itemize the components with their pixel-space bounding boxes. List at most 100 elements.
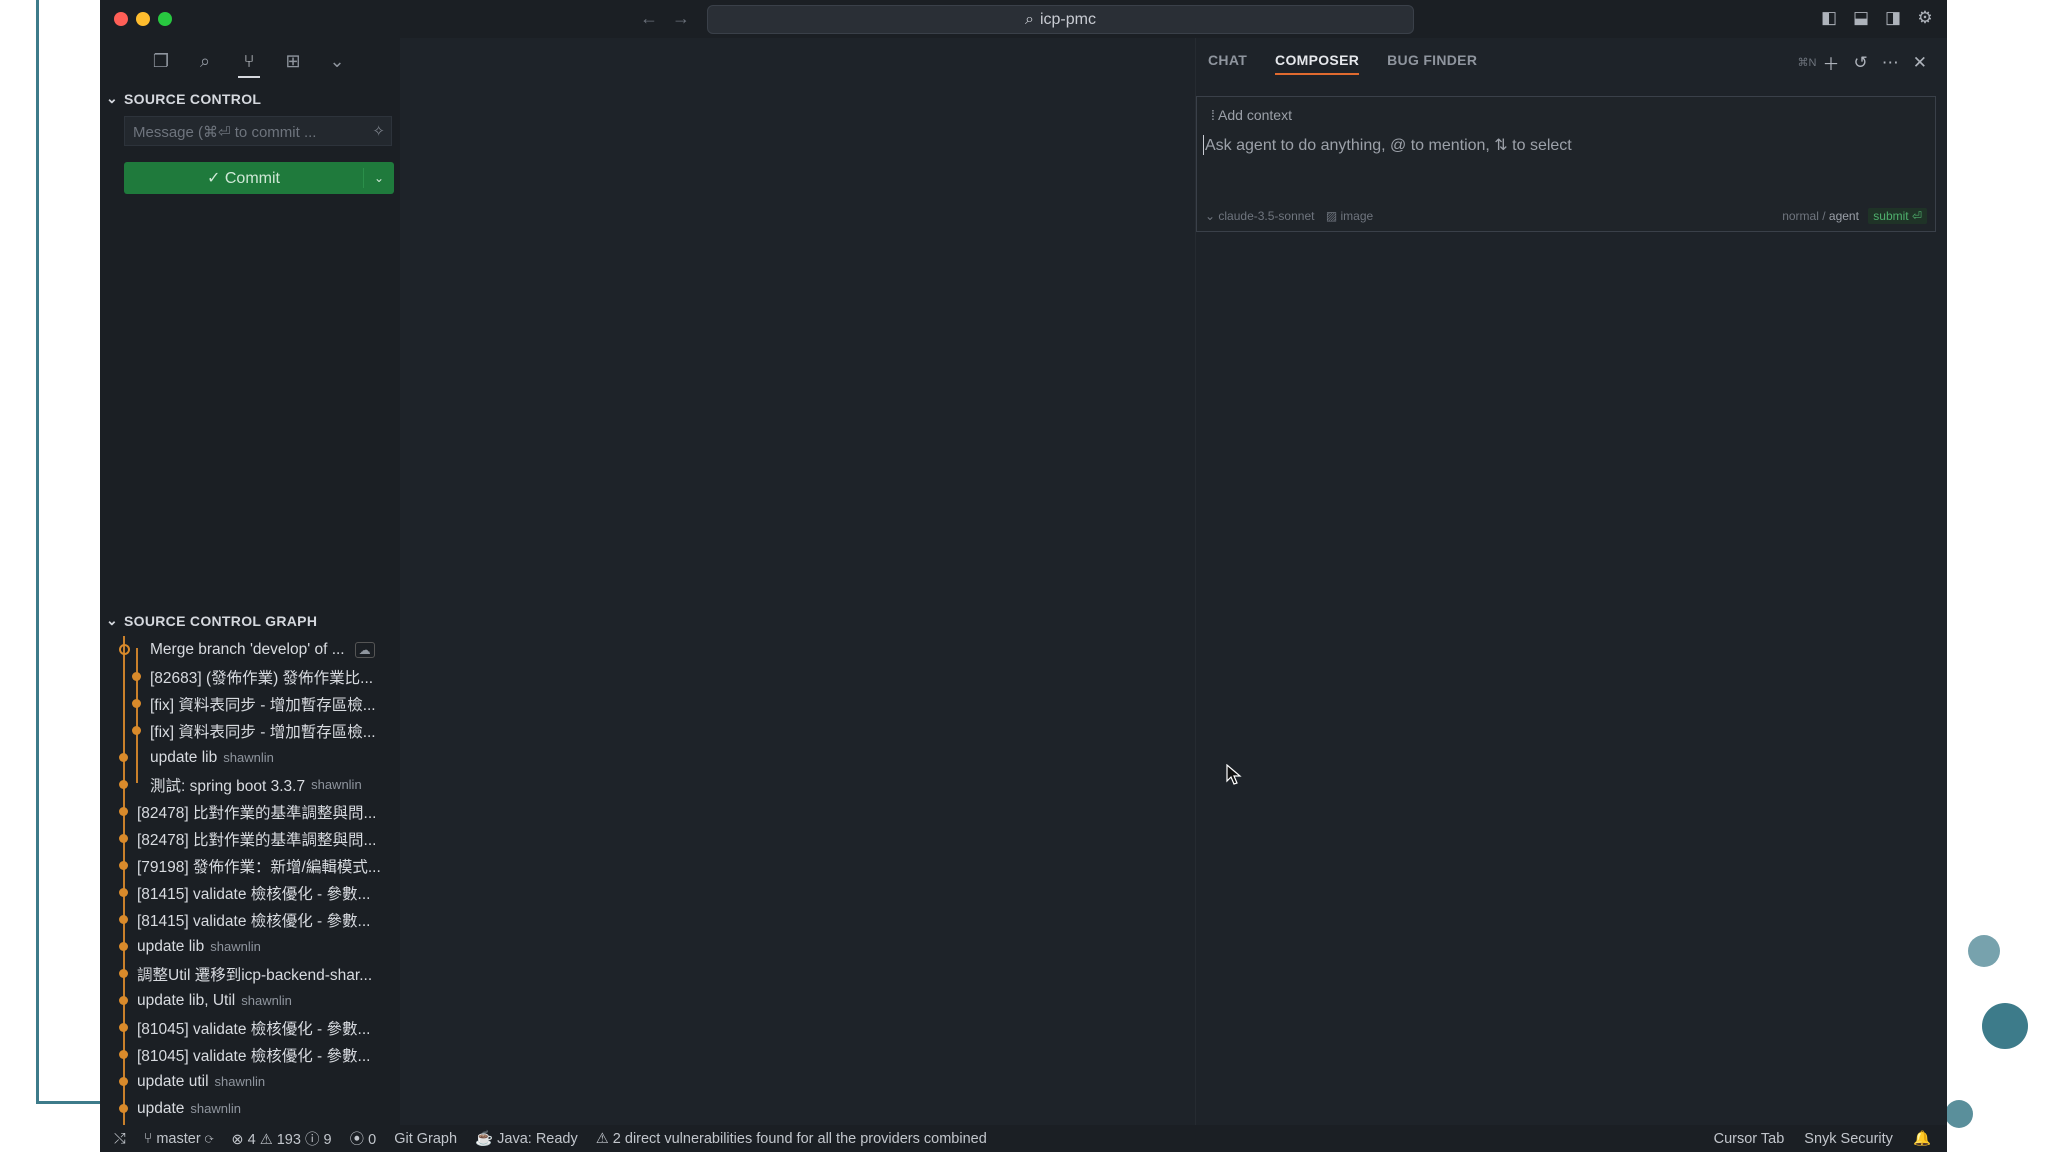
graph-row[interactable]: update lib, Util shawnlin	[100, 987, 400, 1014]
graph-row[interactable]: [fix] 資料表同步 - 增加暫存區檢...	[100, 690, 400, 717]
toggle-secondary-sidebar-icon[interactable]: ◨	[1883, 8, 1903, 28]
remote-icon[interactable]: ⤭	[114, 1131, 126, 1147]
tab-bug-finder[interactable]: BUG FINDER	[1387, 52, 1477, 75]
sidebar: ❐ ⌕ ⑂ ⊞ ⌄ ⌄ SOURCE CONTROL Message (⌘⏎ t…	[100, 38, 400, 1126]
warning-icon: ⚠	[595, 1130, 613, 1147]
chevron-down-icon[interactable]: ⌄	[326, 50, 348, 72]
search-icon: ⌕	[1025, 10, 1034, 28]
layout-controls: ◧ ⬓ ◨ ⚙	[1819, 8, 1935, 28]
composer-footer: ⌄ claude-3.5-sonnet ▨ image normal / age…	[1205, 208, 1927, 224]
chevron-down-icon: ⌄	[106, 612, 119, 628]
ai-panel: CHAT COMPOSER BUG FINDER ⌘N ＋ ↺ ⋯ ✕ ⁞ Ad…	[1195, 38, 1947, 1125]
cloud-icon: ☁	[354, 641, 375, 658]
more-options-icon[interactable]: ⋯	[1882, 53, 1899, 73]
broadcast-icon: ⦿	[349, 1132, 369, 1148]
graph-row[interactable]: update shawnlin	[100, 1095, 400, 1122]
graph-row[interactable]: update lib shawnlin	[100, 933, 400, 960]
panel-actions: ⌘N ＋ ↺ ⋯ ✕	[1798, 50, 1927, 75]
graph-row[interactable]: [82478] 比對作業的基準調整與問...	[100, 825, 400, 852]
error-icon: ⊗	[231, 1132, 244, 1148]
settings-gear-icon[interactable]: ⚙	[1915, 8, 1935, 28]
graph-row[interactable]: update lib shawnlin	[100, 744, 400, 771]
problems-indicator[interactable]: ⊗ 4 ⚠ 193 ⓘ 9	[231, 1128, 331, 1149]
java-icon: ☕	[475, 1131, 498, 1147]
extensions-icon[interactable]: ⊞	[282, 50, 304, 72]
commit-label: Commit	[224, 170, 280, 187]
prompt-placeholder[interactable]: Ask agent to do anything, @ to mention, …	[1203, 135, 1572, 155]
mode-divider: /	[1822, 209, 1829, 223]
forward-arrow-icon[interactable]: →	[672, 8, 690, 29]
mode-agent[interactable]: agent	[1829, 209, 1859, 223]
add-context-button[interactable]: ⁞ Add context	[1211, 107, 1292, 123]
decoration-dot	[1945, 1100, 1973, 1128]
commit-dropdown-chevron-icon[interactable]: ⌄	[364, 171, 394, 185]
close-window-button[interactable]	[114, 12, 128, 26]
command-search-bar[interactable]: ⌕ icp-pmc	[707, 5, 1414, 34]
composer-footer-right: normal / agent submit ⏎	[1782, 208, 1927, 224]
graph-row[interactable]: update util shawnlin	[100, 1068, 400, 1095]
composer-footer-left: ⌄ claude-3.5-sonnet ▨ image	[1205, 209, 1373, 223]
window-controls	[114, 12, 172, 26]
git-graph-button[interactable]: Git Graph	[394, 1131, 457, 1147]
search-bar-text: icp-pmc	[1039, 10, 1096, 28]
graph-row[interactable]: [81415] validate 檢核優化 - 參數...	[100, 879, 400, 906]
java-status[interactable]: ☕ Java: Ready	[475, 1130, 578, 1147]
commit-main-action[interactable]: ✓ Commit	[124, 168, 364, 188]
history-icon[interactable]: ↺	[1854, 53, 1868, 73]
ports-indicator[interactable]: ⦿ 0	[350, 1128, 377, 1149]
snyk-security-status[interactable]: Snyk Security	[1804, 1131, 1893, 1147]
status-bar-right: Cursor Tab Snyk Security 🔔	[1714, 1130, 1947, 1148]
section-title: SOURCE CONTROL GRAPH	[124, 612, 318, 629]
model-selector[interactable]: ⌄ claude-3.5-sonnet	[1205, 209, 1314, 223]
minimize-window-button[interactable]	[136, 12, 150, 26]
graph-row[interactable]: [82683] (發佈作業) 發佈作業比...	[100, 663, 400, 690]
maximize-window-button[interactable]	[158, 12, 172, 26]
add-context-label: Add context	[1218, 107, 1292, 123]
context-icon: ⁞	[1211, 107, 1219, 123]
chevron-down-icon: ⌄	[106, 90, 119, 106]
commit-message-input[interactable]: Message (⌘⏎ to commit ... ✧	[124, 116, 392, 146]
plus-icon[interactable]: ＋	[1823, 50, 1840, 75]
cursor-tab-status[interactable]: Cursor Tab	[1714, 1131, 1785, 1147]
activity-bar: ❐ ⌕ ⑂ ⊞ ⌄	[150, 50, 348, 78]
submit-button[interactable]: submit ⏎	[1868, 208, 1927, 224]
graph-row[interactable]: [81045] validate 檢核優化 - 參數...	[100, 1041, 400, 1068]
toggle-panel-icon[interactable]: ⬓	[1851, 8, 1871, 28]
graph-row[interactable]: 調整Util 遷移到icp-backend-shar...	[100, 960, 400, 987]
graph-row[interactable]: 測試: spring boot 3.3.7 shawnlin	[100, 771, 400, 798]
graph-row[interactable]: [81415] validate 檢核優化 - 參數...	[100, 906, 400, 933]
toggle-primary-sidebar-icon[interactable]: ◧	[1819, 8, 1839, 28]
editor-area[interactable]	[400, 38, 1195, 1125]
slide-frame-decoration	[36, 0, 106, 1104]
branch-indicator[interactable]: ⑂ master ⟳	[144, 1131, 214, 1147]
graph-row[interactable]: [81045] validate 檢核優化 - 參數...	[100, 1014, 400, 1041]
section-title: SOURCE CONTROL	[124, 90, 262, 107]
status-bar: ⤭ ⑂ master ⟳ ⊗ 4 ⚠ 193 ⓘ 9 ⦿ 0 Git Graph…	[100, 1125, 1947, 1152]
tab-chat[interactable]: CHAT	[1208, 52, 1247, 75]
source-control-graph-header[interactable]: ⌄ SOURCE CONTROL GRAPH	[106, 612, 317, 629]
decoration-dot	[1968, 935, 2000, 967]
source-control-icon[interactable]: ⑂	[238, 50, 260, 78]
mode-normal[interactable]: normal	[1782, 209, 1819, 223]
commit-button[interactable]: ✓ Commit ⌄	[124, 162, 394, 194]
decoration-dot	[1982, 1003, 2028, 1049]
search-icon[interactable]: ⌕	[194, 50, 216, 72]
tab-composer[interactable]: COMPOSER	[1275, 52, 1360, 75]
generate-message-sparkle-icon[interactable]: ✧	[372, 122, 385, 140]
graph-row[interactable]: [82478] 比對作業的基準調整與問...	[100, 798, 400, 825]
image-attach[interactable]: ▨ image	[1326, 209, 1373, 223]
close-icon[interactable]: ✕	[1913, 53, 1927, 73]
notifications-bell-icon[interactable]: 🔔	[1913, 1130, 1931, 1147]
graph-row[interactable]: Merge branch 'develop' of ... ☁	[100, 636, 400, 663]
checkmark-icon: ✓	[207, 170, 225, 187]
title-bar: ← → ⌕ icp-pmc ◧ ⬓ ◨ ⚙	[100, 0, 1947, 38]
vulnerability-warning[interactable]: ⚠ 2 direct vulnerabilities found for all…	[596, 1131, 987, 1147]
branch-icon: ⑂	[143, 1130, 157, 1147]
graph-row[interactable]: [79198] 發佈作業：新增/編輯模式...	[100, 852, 400, 879]
graph-row[interactable]: [fix] 資料表同步 - 增加暫存區檢...	[100, 717, 400, 744]
source-control-header[interactable]: ⌄ SOURCE CONTROL	[106, 90, 261, 107]
composer-input-box[interactable]: ⁞ Add context Ask agent to do anything, …	[1196, 96, 1936, 232]
explorer-files-icon[interactable]: ❐	[150, 50, 172, 72]
back-arrow-icon[interactable]: ←	[640, 8, 658, 29]
mouse-pointer-icon	[1226, 764, 1242, 785]
